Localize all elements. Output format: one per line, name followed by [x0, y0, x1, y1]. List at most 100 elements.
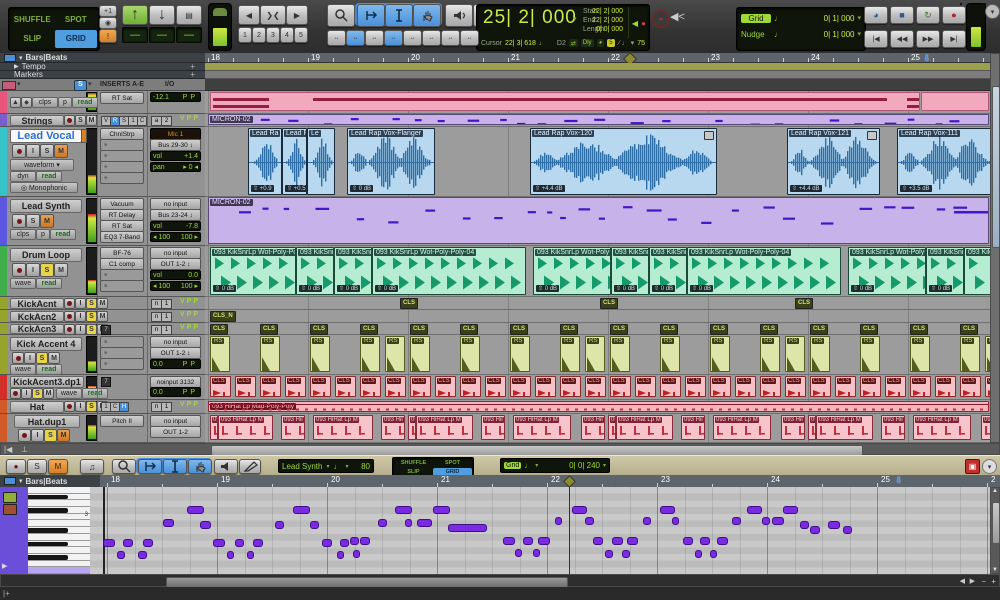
clip-warp-badge[interactable]	[704, 131, 714, 140]
hat-audio-clip[interactable]: 093 Hil	[281, 415, 305, 440]
clip-warp-badge[interactable]	[867, 131, 877, 140]
cls-red-clip[interactable]: CLS	[260, 376, 281, 397]
midi-region[interactable]: MICRON-02	[208, 114, 989, 125]
midi-note[interactable]	[405, 519, 412, 527]
track-rec-button[interactable]	[12, 144, 26, 158]
grid-value[interactable]: 0| 1| 000	[785, 14, 854, 23]
midi-note[interactable]	[227, 551, 234, 559]
midi-note[interactable]	[378, 519, 387, 527]
track-name[interactable]: Hat.dup1	[14, 415, 80, 428]
track-in-button[interactable]: I	[26, 263, 40, 277]
midi-note[interactable]	[340, 539, 349, 547]
track-rec-button[interactable]	[64, 401, 75, 412]
hat-long-region[interactable]: 093 HiHat Lp Mad-Poly-Poly	[208, 401, 989, 412]
solo-dropdown-icon[interactable]: ▾	[88, 80, 92, 88]
piano-black-key[interactable]	[28, 495, 68, 500]
selector-tool-button[interactable]	[385, 4, 413, 27]
editor-mode-spot[interactable]: SPOT	[433, 459, 472, 468]
track-voice-selector[interactable]: ◎ Monophonic	[10, 182, 78, 193]
grabber-tool-button[interactable]	[413, 4, 441, 27]
cls-red-clip[interactable]: CLS	[360, 376, 381, 397]
cls-tag-clip[interactable]: CLS	[600, 298, 618, 309]
track-rec-button[interactable]	[10, 388, 21, 399]
editor-close-button[interactable]: ▣	[965, 459, 980, 474]
track-mute-button[interactable]: M	[54, 144, 68, 158]
midi-note[interactable]	[643, 517, 651, 525]
main-vertical-scrollbar[interactable]	[990, 53, 1000, 443]
io-chip-2[interactable]: 2	[161, 116, 172, 126]
hat-audio-clip[interactable]: 093 HiHat Lp M	[816, 415, 873, 440]
editor-hscroll-left-icon[interactable]: ◀	[960, 577, 965, 585]
drum-audio-clip[interactable]: 093 KikSnrLp Wot-Poly-Pol⇧ 0 dB	[533, 247, 611, 295]
io-gain-display[interactable]: 0.0PP	[150, 387, 201, 397]
io-chip-1[interactable]: 1	[161, 299, 172, 309]
notification-button[interactable]: !	[99, 29, 117, 43]
track-rec-button[interactable]	[12, 263, 26, 277]
keyboard-focus-button[interactable]: ▤	[176, 5, 202, 25]
piano-black-key[interactable]	[28, 508, 68, 513]
scroll-left-edge-icon[interactable]: |◀	[4, 445, 12, 454]
drum-audio-clip[interactable]: 093 KikSnr⇧ 0 dB	[334, 247, 372, 295]
insert-slot-3[interactable]: ⁕	[100, 358, 144, 370]
lane-Lead Synth[interactable]: MICRON-02	[205, 197, 990, 246]
drum-audio-clip[interactable]: 093 KikSnr⇧ 0 dB	[926, 247, 964, 295]
bars-ruler[interactable]: 1819202122232425⬇	[205, 53, 1000, 63]
hat-audio-clip[interactable]: 09	[408, 415, 416, 440]
hat-audio-clip[interactable]: 093 Hil	[681, 415, 705, 440]
rs-audio-clip[interactable]: RS	[410, 336, 430, 372]
scroll-anchor-icon[interactable]: ⊥	[21, 445, 28, 454]
edit-aux-tool-6-button[interactable]: ↔	[422, 30, 441, 46]
midi-note[interactable]	[275, 521, 284, 529]
session-status-chip[interactable]: 5	[607, 39, 614, 47]
link-timeline-button[interactable]: +1	[99, 5, 117, 17]
lane-Hat.dup1[interactable]: 09093 HiHat Lp M093 Hil093 HiHat Lp M093…	[205, 414, 990, 443]
midi-note[interactable]	[293, 506, 310, 514]
cls-tag-clip[interactable]: CLS	[260, 324, 278, 335]
track-in-button[interactable]: I	[24, 352, 36, 364]
hat-audio-clip[interactable]: 093 HiHat Lp M	[218, 415, 273, 440]
mode-slip-button[interactable]: SLIP	[11, 30, 54, 49]
editor-marker-diamond-icon[interactable]	[563, 475, 576, 488]
midi-note[interactable]	[353, 550, 360, 558]
record-button[interactable]: ●	[942, 6, 966, 24]
editor-vertical-scrollbar[interactable]: ▲ ▼	[990, 487, 1000, 574]
track-solo-button[interactable]: S	[75, 115, 86, 126]
track-list-dropdown-icon[interactable]: ▾	[17, 80, 21, 88]
midi-note[interactable]	[200, 521, 211, 529]
track-view-selector[interactable]: waveform ▾	[10, 159, 74, 171]
cls-tag-clip[interactable]: CLS	[960, 324, 978, 335]
audio-clip[interactable]: Lead Rap Vox-120⇧ +4.4 dB	[530, 128, 717, 195]
track-solo-button[interactable]: S	[26, 214, 40, 228]
cls-red-clip[interactable]: CLS	[285, 376, 306, 397]
track-mute-button[interactable]: M	[48, 352, 60, 364]
midi-note[interactable]	[117, 551, 125, 559]
pink-midi-region[interactable]	[210, 92, 920, 111]
zoom-preset-2-button[interactable]: 2	[252, 27, 266, 43]
audio-clip[interactable]: Lead Ra⇧ +0.9	[248, 128, 282, 195]
track-autom-read[interactable]: read	[36, 364, 62, 375]
piano-white-key[interactable]	[28, 520, 90, 527]
io-output-selector[interactable]: OUT 1-2 ↕	[150, 347, 201, 359]
cls-tag-clip[interactable]: CLS	[310, 324, 328, 335]
editor-track-selector[interactable]: Lead Synth▾ ♩▾ 80	[278, 459, 374, 473]
cls-tag-clip[interactable]: CLS	[460, 324, 478, 335]
nudge-value[interactable]: 0| 1| 000	[785, 30, 854, 39]
hat-audio-clip[interactable]: 09	[210, 415, 218, 440]
midi-note[interactable]	[612, 537, 623, 545]
midi-note[interactable]	[253, 539, 263, 547]
track-autom-clps[interactable]: clps	[32, 97, 58, 108]
cls-red-clip[interactable]: CLS	[410, 376, 431, 397]
midi-note[interactable]	[138, 551, 147, 559]
track-autom-wave[interactable]: wave	[56, 388, 82, 399]
markers-ruler-header[interactable]: Markers +	[0, 71, 205, 79]
tempo-ruler[interactable]	[205, 63, 1000, 71]
midi-note[interactable]	[732, 517, 741, 525]
insert-chip[interactable]: 7	[101, 325, 111, 335]
midi-note[interactable]	[448, 524, 487, 532]
track-autom-wave[interactable]: wave	[10, 278, 36, 289]
piano-white-key[interactable]	[28, 514, 90, 521]
midi-note[interactable]	[672, 517, 679, 525]
monitor-indicator-icon[interactable]: ◀	[632, 19, 638, 28]
cls-tag-clip[interactable]: CLS	[710, 324, 728, 335]
track-solo-button[interactable]: S	[40, 144, 54, 158]
